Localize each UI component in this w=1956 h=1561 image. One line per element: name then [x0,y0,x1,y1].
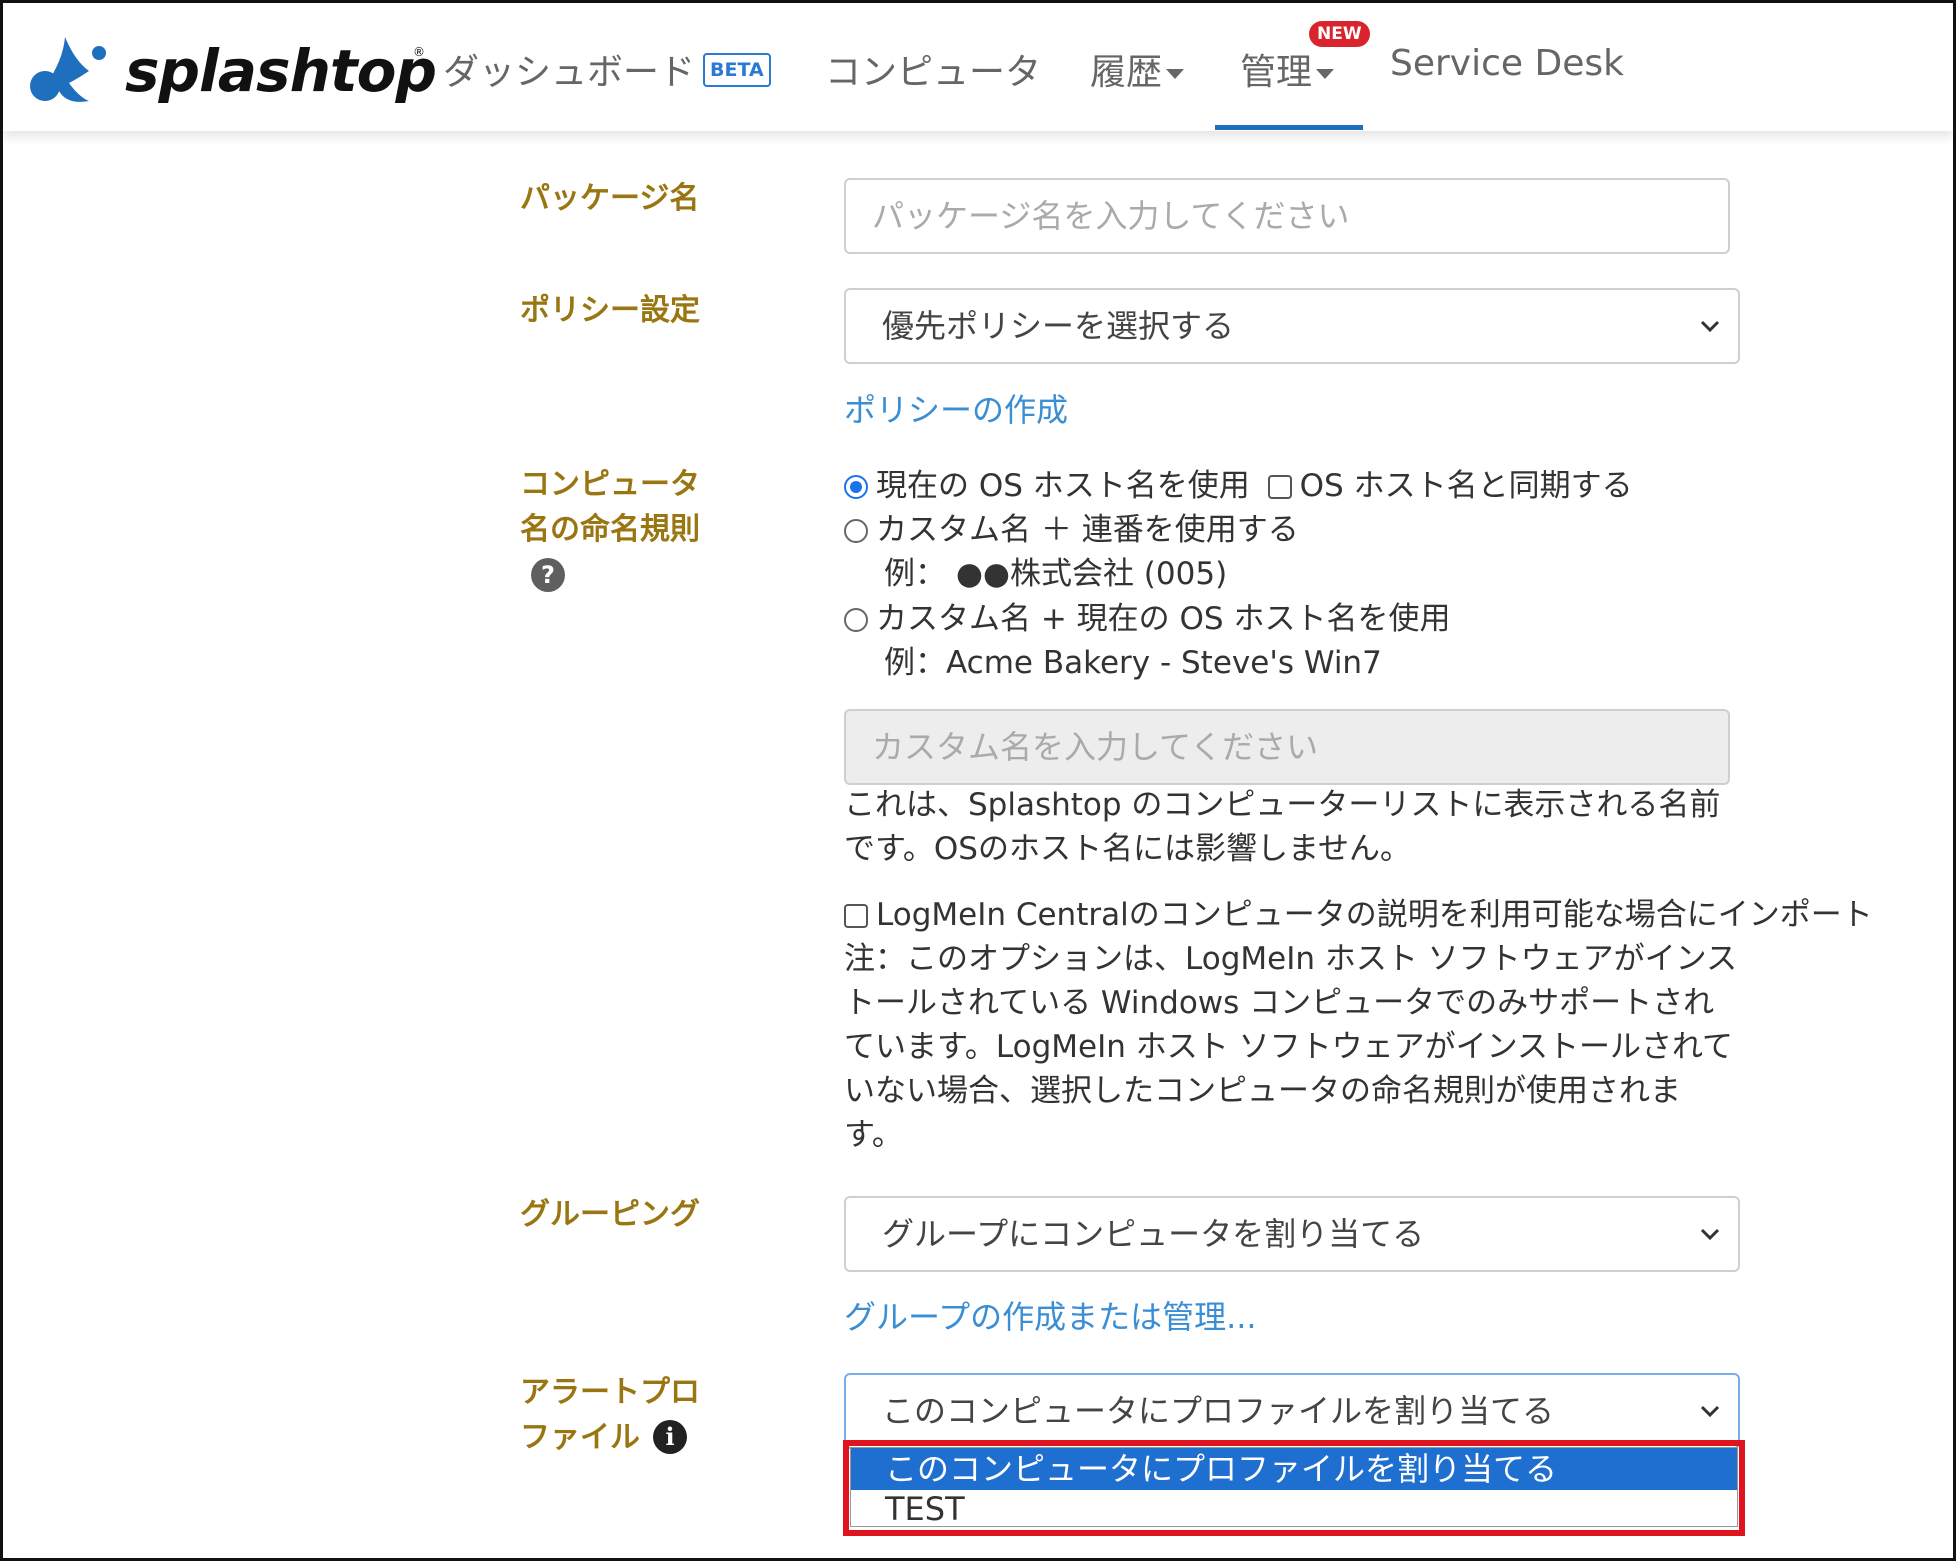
naming-note-line2: です。OSのホスト名には影響しません。 [844,831,1412,867]
splashtop-logo[interactable]: splashtop ® [29,31,437,111]
naming-label-line2: 名の命名規則 [520,512,700,547]
custom-name-input[interactable]: カスタム名を入力してください [844,709,1730,785]
nav-service-desk[interactable]: Service Desk [1390,43,1624,84]
logmein-note-line: ています。LogMeIn ホスト ソフトウェアがインストールされて [844,1029,1734,1065]
active-tab-indicator [1215,125,1363,130]
logmein-import-checkbox[interactable] [844,904,868,928]
nav-computers[interactable]: コンピュータ [825,43,1041,95]
package-name-placeholder: パッケージ名を入力してください [872,197,1350,235]
highlight-box [843,1440,1745,1536]
nav-history[interactable]: 履歴 [1090,43,1185,95]
help-icon[interactable]: ? [531,558,565,592]
nav-admin[interactable]: 管理 [1240,43,1335,95]
manage-groups-link[interactable]: グループの作成または管理... [844,1292,1257,1338]
policy-select[interactable]: 優先ポリシーを選択する [844,288,1740,364]
chevron-down-icon [1166,69,1185,79]
registered-mark: ® [413,45,425,59]
new-badge: NEW [1309,21,1370,47]
chevron-down-icon [1316,69,1335,79]
info-icon[interactable]: i [653,1420,687,1454]
radio-host-name[interactable] [844,475,868,499]
nav-history-label: 履歴 [1090,52,1163,93]
policy-selected-value: 優先ポリシーを選択する [882,307,1235,345]
nav-admin-label: 管理 [1240,52,1313,93]
sync-hostname-checkbox[interactable] [1267,475,1292,499]
radio-custom-host[interactable] [844,608,868,632]
nav-dashboard[interactable]: ダッシュボード [443,43,695,95]
top-navbar: splashtop ® ダッシュボード BETA コンピュータ 履歴 管理 NE… [3,3,1953,131]
logmein-note-line: トールされている Windows コンピュータでのみサポートされ [844,985,1715,1021]
package-name-label: パッケージ名 [520,181,700,216]
logmein-import-label: LogMeIn Centralのコンピュータの説明を利用可能な場合にインポート [876,897,1873,933]
chevron-down-icon [1700,1228,1720,1241]
naming-label-line1: コンピュータ [520,467,700,502]
alert-profile-selected-value: このコンピュータにプロファイルを割り当てる [882,1392,1555,1430]
custom-name-placeholder: カスタム名を入力してください [872,728,1319,766]
logmein-note-line: す。 [844,1117,903,1153]
grouping-select[interactable]: グループにコンピュータを割り当てる [844,1196,1740,1272]
alert-profile-label-line2: ファイル [520,1420,640,1455]
logmein-note-line: 注：このオプションは、LogMeIn ホスト ソフトウェアがインス [844,941,1738,977]
alert-profile-select[interactable]: このコンピュータにプロファイルを割り当てる [844,1373,1740,1449]
naming-option-custom-serial: カスタム名 ＋ 連番を使用する [844,508,1299,552]
splashtop-logo-icon [30,37,106,102]
beta-badge: BETA [703,53,771,87]
logmein-note-line: いない場合、選択したコンピュータの命名規則が使用されま [844,1073,1681,1109]
logo-text: splashtop [125,37,437,105]
logmein-import-row: LogMeIn Centralのコンピュータの説明を利用可能な場合にインポート [844,893,1873,937]
package-name-input[interactable]: パッケージ名を入力してください [844,178,1730,254]
naming-note-line1: これは、Splashtop のコンピューターリストに表示される名前 [844,787,1721,823]
option-custom-serial-label: カスタム名 ＋ 連番を使用する [876,512,1299,548]
policy-label: ポリシー設定 [520,293,700,328]
radio-custom-serial[interactable] [844,519,868,543]
option-custom-host-label: カスタム名 + 現在の OS ホスト名を使用 [876,601,1451,637]
grouping-label: グルーピング [520,1197,700,1232]
chevron-down-icon [1700,320,1720,333]
naming-option-host: 現在の OS ホスト名を使用 OS ホスト名と同期する [844,464,1633,508]
option-custom-serial-example: 例： ●●株式会社 (005) [884,556,1228,592]
option-host-label: 現在の OS ホスト名を使用 [876,468,1250,504]
option-custom-host-example: 例：Acme Bakery - Steve's Win7 [884,645,1382,681]
alert-profile-label-line1: アラートプロ [520,1375,700,1410]
naming-option-custom-host: カスタム名 + 現在の OS ホスト名を使用 [844,597,1450,641]
grouping-selected-value: グループにコンピュータを割り当てる [882,1215,1425,1253]
create-policy-link[interactable]: ポリシーの作成 [844,385,1068,431]
sync-hostname-label: OS ホスト名と同期する [1299,468,1633,504]
chevron-down-icon [1700,1405,1720,1418]
